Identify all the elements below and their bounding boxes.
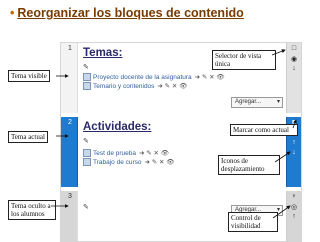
callout-control-visibilidad: Control de visibilidad — [228, 212, 278, 232]
arrow-down-icon[interactable]: ↓ — [290, 65, 298, 72]
edit-icon[interactable]: ✎ — [83, 63, 89, 71]
callout-selector-vista: Selector de vista única — [212, 50, 276, 70]
document-icon — [83, 73, 91, 82]
item-tools[interactable]: ➜ ✎ ✕ 👁 — [139, 150, 169, 157]
square-icon[interactable]: □ — [290, 45, 298, 52]
block-number: 3 — [68, 193, 72, 200]
right-rail: ♀ ◎ ↑ — [286, 191, 301, 241]
left-rail — [61, 117, 78, 187]
callout-tema-oculto: Tema oculto a los alumnos — [8, 200, 56, 220]
list-item[interactable]: Trabajo de curso ➜ ✎ ✕ 👁 — [83, 158, 175, 167]
item-tools[interactable]: ➜ ✎ ✕ 👁 — [195, 74, 225, 81]
edit-icon[interactable]: ✎ — [83, 203, 89, 211]
section-title: Actividades: — [83, 121, 152, 133]
assignment-icon — [83, 158, 91, 167]
left-rail — [61, 43, 78, 113]
item-tools[interactable]: ➜ ✎ ✕ 👁 — [157, 83, 187, 90]
item-tools[interactable]: ➜ ✎ ✕ 👁 — [145, 159, 175, 166]
quiz-icon — [83, 149, 91, 158]
block-number: 2 — [68, 119, 72, 126]
add-resource-select[interactable]: Agregar... — [231, 97, 283, 108]
block-number: 1 — [68, 45, 72, 52]
callout-tema-actual: Tema actual — [8, 131, 48, 143]
callout-tema-visible: Tema visible — [8, 70, 50, 82]
lightbulb-icon[interactable]: ♀ — [290, 193, 298, 200]
arrow-up-icon[interactable]: ↑ — [290, 213, 298, 220]
bullet: • — [10, 6, 15, 20]
arrow-up-icon[interactable]: ↑ — [290, 139, 298, 146]
section-title: Temas: — [83, 47, 123, 59]
arrow-down-icon[interactable]: ↓ — [290, 149, 298, 156]
callout-marcar-actual: Marcar como actual — [230, 124, 298, 136]
heading-text: Reorganizar los bloques de contenido — [17, 6, 244, 20]
page-heading: • Reorganizar los bloques de contenido — [10, 6, 310, 20]
list-item[interactable]: Test de prueba ➜ ✎ ✕ 👁 — [83, 149, 169, 158]
callout-iconos-desplazamiento: Iconos de desplazamiento — [218, 155, 280, 175]
edit-icon[interactable]: ✎ — [83, 137, 89, 145]
eye-icon[interactable]: ◎ — [290, 203, 298, 211]
list-item[interactable]: Proyecto docente de la asignatura ➜ ✎ ✕ 👁 — [83, 73, 225, 82]
eye-icon[interactable]: ◉ — [290, 55, 298, 63]
right-rail: □ ◉ ↓ — [286, 43, 301, 113]
document-icon — [83, 82, 91, 91]
list-item[interactable]: Temario y contenidos ➜ ✎ ✕ 👁 — [83, 82, 187, 91]
